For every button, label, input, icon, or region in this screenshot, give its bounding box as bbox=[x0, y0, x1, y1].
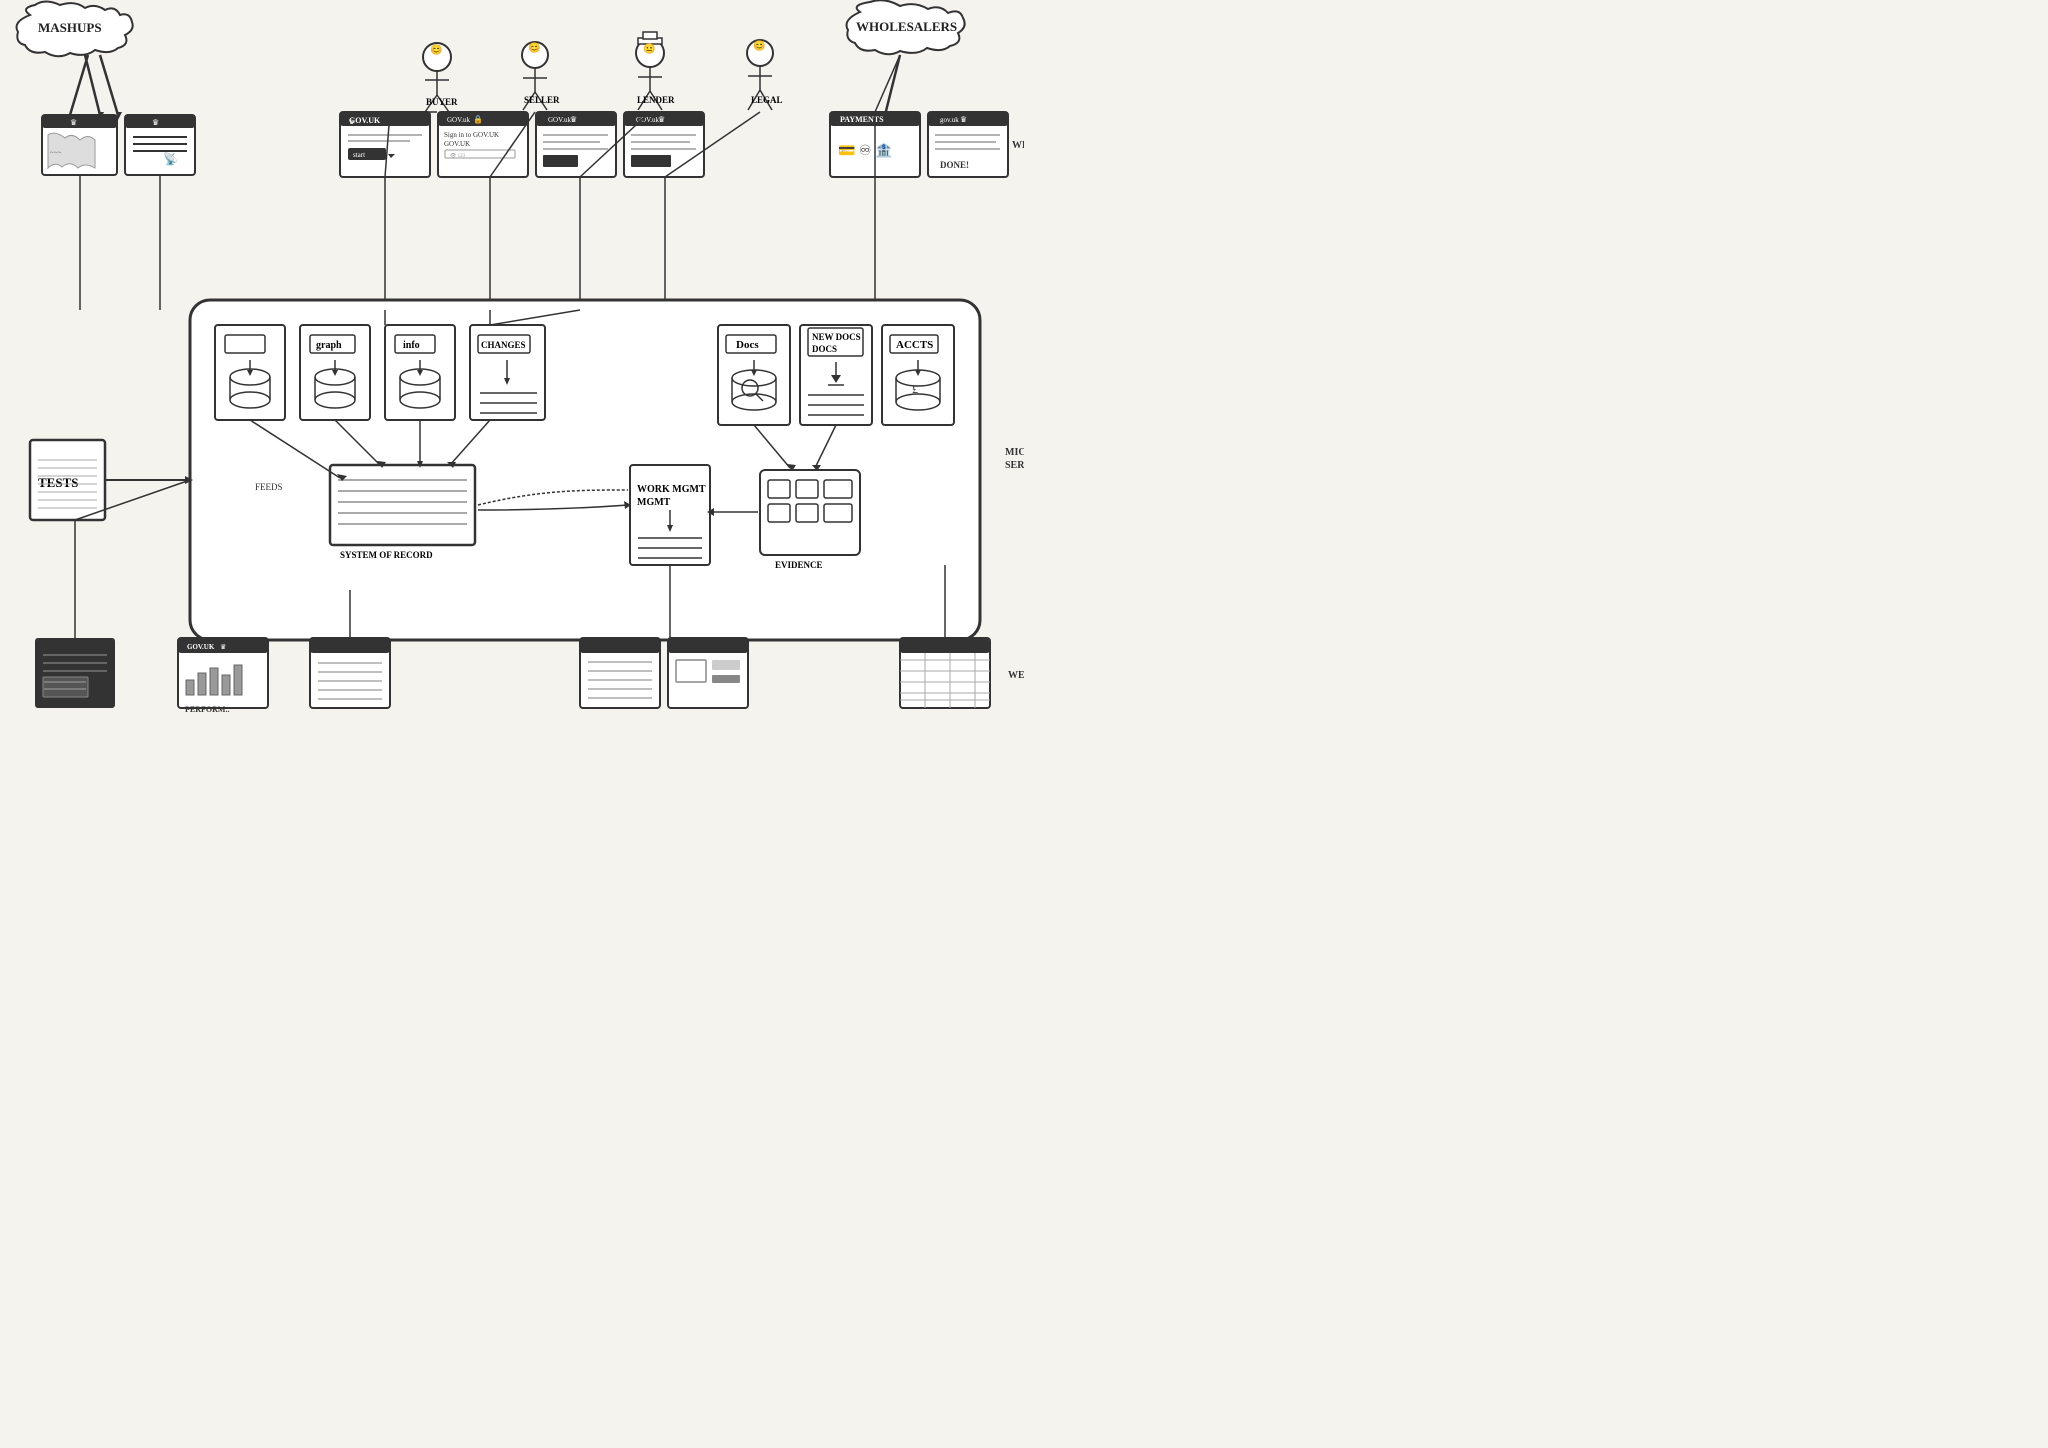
svg-text:♛: ♛ bbox=[960, 115, 967, 124]
svg-text:BUYER: BUYER bbox=[426, 97, 458, 107]
svg-text:♛: ♛ bbox=[658, 115, 665, 124]
web-page-govuk-form1: GOV.uk ♛ bbox=[536, 112, 616, 177]
svg-text:GOV.UK: GOV.UK bbox=[444, 140, 470, 148]
svg-text:♛: ♛ bbox=[220, 643, 226, 651]
system-of-record: SYSTEM OF RECORD bbox=[330, 465, 475, 560]
graph-service: graph bbox=[300, 325, 370, 420]
svg-text:♛: ♛ bbox=[349, 119, 354, 126]
svg-text:£: £ bbox=[912, 382, 918, 396]
svg-text:PAYMENTS: PAYMENTS bbox=[840, 115, 884, 124]
web-page-govuk-done: gov.uk ♛ DONE! bbox=[928, 112, 1008, 177]
web-page-assurance bbox=[35, 638, 115, 708]
svg-text:🔒: 🔒 bbox=[473, 115, 483, 124]
changes-service: CHANGES bbox=[470, 325, 545, 420]
web-page-map: ♛ ~~~ bbox=[42, 115, 117, 175]
svg-text:😊: 😊 bbox=[430, 44, 442, 56]
svg-text:~~~: ~~~ bbox=[50, 149, 62, 157]
svg-text:♛: ♛ bbox=[70, 118, 77, 127]
svg-text:Docs: Docs bbox=[736, 339, 759, 351]
work-mgmt-service: WORK MGMT MGMT bbox=[630, 465, 710, 565]
evidence-service: EVIDENCE bbox=[760, 470, 860, 570]
svg-text:GOV.uk: GOV.uk bbox=[447, 116, 471, 124]
svg-text:GOV.uk: GOV.uk bbox=[548, 116, 572, 124]
svg-text:SERVICES: SERVICES bbox=[1005, 460, 1024, 471]
svg-text:graph: graph bbox=[316, 340, 342, 351]
web-page-bottom-doc bbox=[310, 638, 390, 708]
svg-text:♛: ♛ bbox=[152, 118, 159, 127]
svg-text:DOCS: DOCS bbox=[812, 344, 837, 354]
svg-text:EVIDENCE: EVIDENCE bbox=[775, 560, 823, 570]
mashups-label: MASHUPS bbox=[38, 20, 102, 35]
svg-text:WORK MGMT: WORK MGMT bbox=[637, 484, 706, 495]
docs-service: Docs bbox=[718, 325, 790, 425]
tests-box: TESTS bbox=[30, 440, 105, 520]
svg-text:LENDER: LENDER bbox=[637, 95, 675, 105]
svg-text:Sign in to GOV.UK: Sign in to GOV.UK bbox=[444, 131, 499, 139]
svg-text:♛: ♛ bbox=[570, 115, 577, 124]
svg-text:📡: 📡 bbox=[163, 151, 178, 166]
web-page-bottom-center2 bbox=[668, 638, 748, 708]
web-page-list: ♛ 📡 bbox=[125, 115, 195, 175]
svg-text:info: info bbox=[403, 340, 420, 351]
svg-text:DONE!: DONE! bbox=[940, 160, 969, 170]
accts-service: ACCTS £ bbox=[882, 325, 954, 425]
svg-text:MGMT: MGMT bbox=[637, 497, 671, 508]
svg-text:💳 ♾ 🏦: 💳 ♾ 🏦 bbox=[838, 142, 892, 159]
svg-text:gov.uk: gov.uk bbox=[940, 116, 959, 124]
web-label-bottom: WEB bbox=[1008, 670, 1024, 681]
svg-text:😊: 😊 bbox=[528, 42, 540, 54]
feeds-label: FEEDS bbox=[255, 482, 283, 492]
micro-services-label: MICRO SERVICES bbox=[1005, 447, 1024, 458]
svg-text:😊: 😊 bbox=[753, 40, 765, 52]
svg-text:GOV.uk: GOV.uk bbox=[636, 116, 660, 124]
svg-text:😐: 😐 bbox=[643, 43, 655, 55]
architecture-diagram: text { font-family: 'Comic Sans MS', cur… bbox=[0, 0, 1024, 724]
web-page-accounts-spreadsheet bbox=[900, 638, 990, 708]
svg-text:GOV.UK: GOV.UK bbox=[187, 643, 215, 651]
svg-text:CHANGES: CHANGES bbox=[481, 340, 526, 350]
svg-text:SELLER: SELLER bbox=[524, 95, 560, 105]
new-docs-service: NEW DOCS DOCS bbox=[800, 325, 872, 425]
mashups-cloud: MASHUPS bbox=[17, 2, 133, 57]
svg-text:NEW DOCS: NEW DOCS bbox=[812, 332, 861, 342]
geo-service: geo bbox=[215, 325, 285, 420]
svg-text:PERFORM..: PERFORM.. bbox=[185, 705, 229, 714]
svg-text:ACCTS: ACCTS bbox=[896, 339, 933, 351]
svg-text:TESTS: TESTS bbox=[38, 475, 78, 490]
web-label-top: WEB bbox=[1012, 140, 1024, 151]
svg-text:start: start bbox=[353, 151, 365, 159]
web-page-performance: GOV.UK ♛ PERFORM.. bbox=[178, 638, 268, 714]
info-service: info bbox=[385, 325, 455, 420]
wholesalers-label: WHOLESALERS bbox=[856, 19, 957, 34]
svg-text:SYSTEM OF RECORD: SYSTEM OF RECORD bbox=[340, 550, 433, 560]
web-page-govuk-form2: GOV.uk ♛ bbox=[624, 112, 704, 177]
svg-text:LEGAL: LEGAL bbox=[751, 95, 783, 105]
web-page-govuk-signin: GOV.uk 🔒 Sign in to GOV.UK GOV.UK 👁 123 bbox=[438, 112, 528, 177]
web-page-bottom-center1 bbox=[580, 638, 660, 708]
svg-text:👁 123: 👁 123 bbox=[450, 153, 466, 159]
